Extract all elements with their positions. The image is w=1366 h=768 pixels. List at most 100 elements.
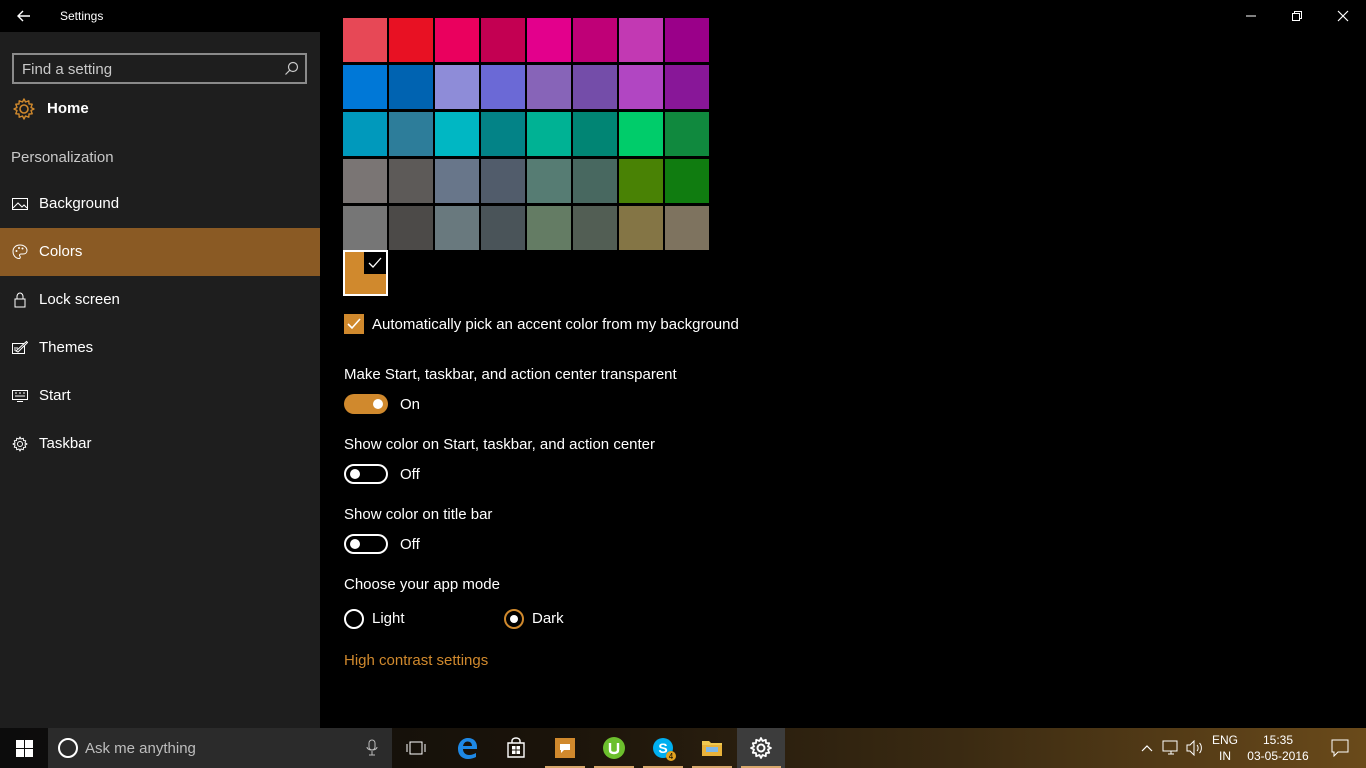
selected-check xyxy=(364,252,386,274)
messaging-app[interactable] xyxy=(541,728,589,768)
color-swatch[interactable] xyxy=(573,18,617,62)
transparency-toggle[interactable] xyxy=(344,394,388,414)
color-swatch[interactable] xyxy=(619,159,663,203)
window-title: Settings xyxy=(60,9,104,23)
color-swatch[interactable] xyxy=(665,18,709,62)
color-swatch[interactable] xyxy=(389,159,433,203)
close-icon xyxy=(1337,10,1349,22)
high-contrast-settings-link[interactable]: High contrast settings xyxy=(344,652,488,669)
clock[interactable]: 15:35 03-05-2016 xyxy=(1244,728,1312,768)
volume-button[interactable] xyxy=(1184,728,1206,768)
color-swatch[interactable] xyxy=(527,65,571,109)
color-swatch[interactable] xyxy=(527,112,571,156)
color-swatch[interactable] xyxy=(481,65,525,109)
sidebar-item-taskbar[interactable]: Taskbar xyxy=(0,420,320,468)
volume-icon xyxy=(1186,740,1202,756)
color-swatch[interactable] xyxy=(573,65,617,109)
color-swatch[interactable] xyxy=(343,65,387,109)
svg-text:S: S xyxy=(658,740,667,756)
color-swatch[interactable] xyxy=(435,206,479,250)
color-swatch[interactable] xyxy=(665,159,709,203)
color-swatch[interactable] xyxy=(343,159,387,203)
task-view-button[interactable] xyxy=(392,728,440,768)
close-button[interactable] xyxy=(1320,0,1366,32)
auto-accent-label: Automatically pick an accent color from … xyxy=(372,316,739,333)
color-swatch[interactable] xyxy=(343,18,387,62)
edge-icon xyxy=(458,738,477,759)
start-button[interactable] xyxy=(0,728,48,768)
color-swatch[interactable] xyxy=(527,159,571,203)
store-app[interactable] xyxy=(492,728,540,768)
utorrent-app[interactable] xyxy=(590,728,638,768)
show-color-start-toggle[interactable] xyxy=(344,464,388,484)
task-view-icon xyxy=(406,741,426,755)
gear-icon xyxy=(12,436,28,452)
sidebar-item-background[interactable]: Background xyxy=(0,180,320,228)
restore-button[interactable] xyxy=(1274,0,1320,32)
windows-logo-icon xyxy=(16,740,33,757)
color-swatch[interactable] xyxy=(389,112,433,156)
light-mode-label: Light xyxy=(372,610,405,627)
color-swatch[interactable] xyxy=(619,112,663,156)
notification-icon xyxy=(1331,739,1349,757)
skype-icon: S 4 xyxy=(653,738,676,761)
language-indicator[interactable]: ENG IN xyxy=(1208,728,1242,768)
action-center-button[interactable] xyxy=(1320,728,1360,768)
color-swatch[interactable] xyxy=(665,206,709,250)
settings-app[interactable] xyxy=(737,728,785,768)
file-explorer-app[interactable] xyxy=(688,728,736,768)
back-arrow-icon xyxy=(17,10,30,22)
sidebar-item-label: Lock screen xyxy=(39,291,120,308)
search-icon[interactable] xyxy=(284,61,299,76)
color-swatch[interactable] xyxy=(573,112,617,156)
show-color-title-toggle[interactable] xyxy=(344,534,388,554)
color-swatch[interactable] xyxy=(665,65,709,109)
sidebar-item-start[interactable]: Start xyxy=(0,372,320,420)
show-hidden-icons-button[interactable] xyxy=(1136,728,1158,768)
network-button[interactable] xyxy=(1160,728,1182,768)
color-swatch[interactable] xyxy=(435,65,479,109)
color-swatch[interactable] xyxy=(343,206,387,250)
find-setting-search[interactable] xyxy=(12,53,307,84)
microphone-icon[interactable] xyxy=(366,739,378,757)
picture-icon xyxy=(12,198,28,210)
auto-accent-checkbox[interactable] xyxy=(344,314,364,334)
color-swatch[interactable] xyxy=(435,18,479,62)
light-mode-radio[interactable] xyxy=(344,609,364,629)
color-swatch[interactable] xyxy=(481,18,525,62)
color-swatch[interactable] xyxy=(573,159,617,203)
skype-app[interactable]: S 4 xyxy=(639,728,687,768)
color-swatch[interactable] xyxy=(527,18,571,62)
color-swatch[interactable] xyxy=(389,65,433,109)
color-swatch[interactable] xyxy=(435,159,479,203)
checkmark-icon xyxy=(368,257,382,268)
color-swatch[interactable] xyxy=(481,206,525,250)
back-button[interactable] xyxy=(10,4,38,28)
color-swatch[interactable] xyxy=(619,65,663,109)
color-swatch[interactable] xyxy=(343,112,387,156)
sidebar-item-themes[interactable]: Themes xyxy=(0,324,320,372)
color-swatch[interactable] xyxy=(527,206,571,250)
cortana-search-box[interactable]: Ask me anything xyxy=(48,728,392,768)
color-swatch[interactable] xyxy=(665,112,709,156)
color-swatch[interactable] xyxy=(389,206,433,250)
color-swatch[interactable] xyxy=(619,18,663,62)
sidebar-item-lock-screen[interactable]: Lock screen xyxy=(0,276,320,324)
edge-app[interactable] xyxy=(443,728,491,768)
search-input[interactable] xyxy=(22,59,272,79)
sidebar-item-label: Background xyxy=(39,195,120,212)
color-swatch[interactable] xyxy=(573,206,617,250)
color-swatch[interactable] xyxy=(435,112,479,156)
home-nav-item[interactable]: Home xyxy=(0,89,320,129)
dark-mode-radio[interactable] xyxy=(504,609,524,629)
show-color-start-label: Show color on Start, taskbar, and action… xyxy=(344,436,656,453)
sidebar-item-colors[interactable]: Colors xyxy=(0,228,320,276)
color-swatch[interactable] xyxy=(619,206,663,250)
selected-accent-swatch[interactable] xyxy=(343,250,388,296)
color-swatch[interactable] xyxy=(481,159,525,203)
show-color-title-label: Show color on title bar xyxy=(344,506,493,523)
minimize-button[interactable] xyxy=(1228,0,1274,32)
color-swatch[interactable] xyxy=(389,18,433,62)
color-swatch[interactable] xyxy=(481,112,525,156)
gear-icon xyxy=(13,98,35,120)
